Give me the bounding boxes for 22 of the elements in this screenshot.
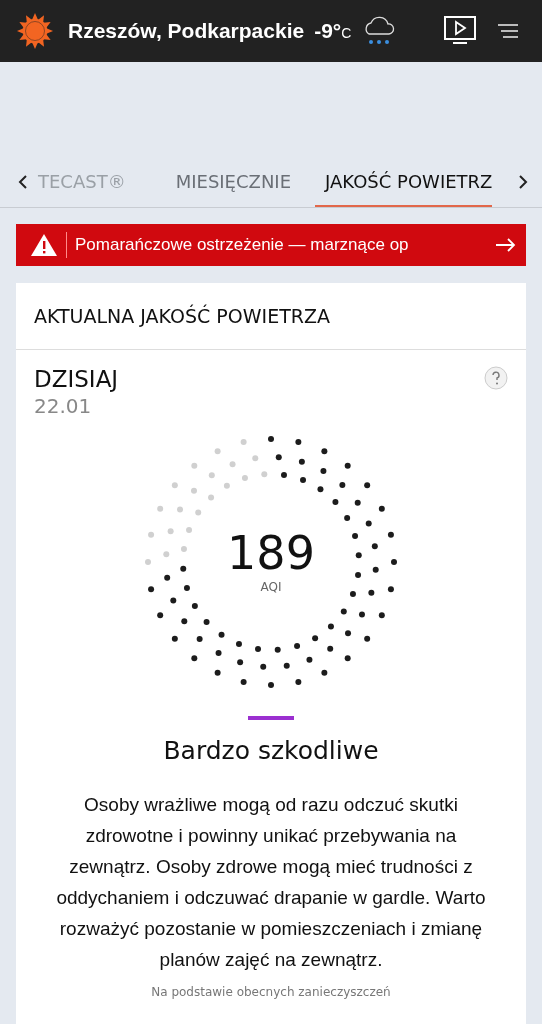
temperature: -9°C <box>314 19 352 43</box>
aqi-unit: AQI <box>260 580 282 594</box>
arrow-icon <box>496 238 516 252</box>
aqi-value: 189 <box>227 530 315 576</box>
help-icon[interactable] <box>484 366 508 390</box>
menu-icon[interactable] <box>498 23 518 39</box>
card-title: AKTUALNA JAKOŚĆ POWIETRZA <box>16 283 526 350</box>
footnote: Na podstawie obecnych zanieczyszczeń <box>151 985 391 999</box>
date-label: 22.01 <box>34 394 93 418</box>
tab[interactable]: MIESIĘCZNIE <box>151 157 316 207</box>
warning-banner[interactable]: Pomarańczowe ostrzeżenie — marznące op <box>16 224 526 266</box>
right-chevron-icon[interactable] <box>518 174 528 190</box>
left-chevron-icon[interactable] <box>18 174 28 190</box>
warning-text: Pomarańczowe ostrzeżenie — marznące op <box>75 235 410 255</box>
warning-icon <box>30 233 58 257</box>
day-label: DZISIAJ <box>34 366 119 392</box>
sun-icon <box>16 12 54 50</box>
tab[interactable]: JAKOŚĆ POWIETRZ <box>315 157 493 207</box>
video-icon[interactable] <box>444 16 476 46</box>
category-label: Bardzo szkodliwe <box>163 736 379 765</box>
description: Osoby wrażliwe mogą od razu odczuć skutki zdrowotne i powinny unikać przebywania na zewnątrz. Osoby zdrowe mogą mieć trudności z oddychaniem i odczuwać drapanie w gardle. Warto rozważyć pozostanie w pomieszczeniach i zmianę planów zajęć na zewnątrz. <box>55 793 487 972</box>
location-name[interactable]: Rzeszów, Podkarpackie <box>68 19 305 43</box>
